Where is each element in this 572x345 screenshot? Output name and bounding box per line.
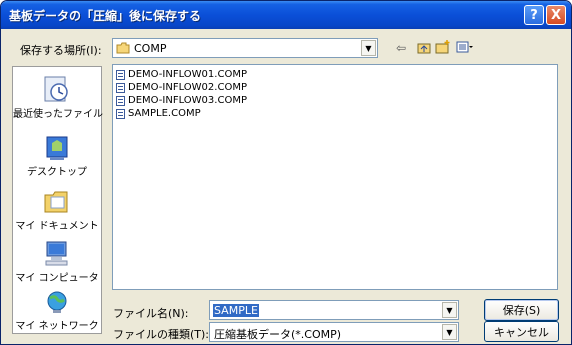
filetype-select[interactable]: 圧縮基板データ(*.COMP) ▼: [209, 322, 459, 342]
close-button[interactable]: X: [546, 5, 566, 25]
place-my-network[interactable]: マイ ネットワーク: [13, 289, 101, 332]
places-bar: 最近使ったファイル デスクトップ マイ ドキュメント マイ コンピュータ マイ …: [12, 66, 103, 334]
place-desktop[interactable]: デスクトップ: [13, 135, 101, 178]
file-icon: [116, 82, 125, 93]
file-icon: [116, 69, 125, 80]
place-recent[interactable]: 最近使ったファイル: [13, 75, 103, 120]
window-title: 基板データの「圧縮」後に保存する: [9, 9, 202, 23]
file-name: DEMO-INFLOW01.COMP: [128, 69, 247, 80]
place-my-computer[interactable]: マイ コンピュータ: [13, 239, 101, 284]
file-icon: [116, 108, 125, 119]
filetype-label: ファイルの種類(T):: [113, 328, 210, 341]
recent-files-icon: [44, 76, 68, 102]
filename-input[interactable]: SAMPLE ▼: [209, 300, 459, 320]
filename-label: ファイル名(N):: [113, 307, 189, 320]
back-icon[interactable]: ⇦: [396, 41, 406, 55]
location-label: 保存する場所(I):: [20, 44, 102, 57]
place-label: デスクトップ: [27, 167, 87, 178]
file-icon: [116, 95, 125, 106]
file-item[interactable]: DEMO-INFLOW02.COMP: [116, 81, 247, 94]
file-name: DEMO-INFLOW03.COMP: [128, 95, 247, 106]
save-button[interactable]: 保存(S): [484, 299, 559, 321]
filename-value: SAMPLE: [213, 304, 259, 317]
folder-icon: [116, 42, 130, 54]
place-label: マイ コンピュータ: [15, 273, 99, 284]
location-combo[interactable]: COMP ▼: [112, 38, 378, 58]
file-item[interactable]: DEMO-INFLOW01.COMP: [116, 68, 247, 81]
view-menu-icon[interactable]: [456, 41, 474, 53]
up-folder-icon[interactable]: [417, 41, 431, 54]
place-my-documents[interactable]: マイ ドキュメント: [13, 187, 101, 232]
desktop-icon: [46, 136, 68, 160]
file-list[interactable]: DEMO-INFLOW01.COMP DEMO-INFLOW02.COMP DE…: [112, 64, 558, 290]
cancel-button[interactable]: キャンセル: [484, 321, 559, 342]
save-dialog: 基板データの「圧縮」後に保存する ? X 保存する場所(I): COMP ▼ ⇦: [0, 0, 572, 345]
location-dropdown-arrow[interactable]: ▼: [361, 40, 376, 56]
file-name: SAMPLE.COMP: [128, 108, 201, 119]
file-item[interactable]: DEMO-INFLOW03.COMP: [116, 94, 247, 107]
new-folder-icon[interactable]: [435, 39, 451, 54]
title-bar: 基板データの「圧縮」後に保存する ? X: [1, 1, 571, 29]
file-item[interactable]: SAMPLE.COMP: [116, 107, 201, 120]
place-label: 最近使ったファイル: [13, 109, 103, 120]
place-label: マイ ドキュメント: [15, 221, 99, 232]
my-network-icon: [47, 291, 67, 313]
help-button[interactable]: ?: [524, 5, 544, 25]
filetype-value: 圧縮基板データ(*.COMP): [214, 328, 342, 341]
my-computer-icon: [45, 241, 68, 266]
file-name: DEMO-INFLOW02.COMP: [128, 82, 247, 93]
filetype-dropdown-arrow[interactable]: ▼: [442, 324, 457, 340]
location-value: COMP: [134, 42, 167, 55]
place-label: マイ ネットワーク: [15, 321, 99, 332]
filename-dropdown-arrow[interactable]: ▼: [442, 302, 457, 318]
my-documents-icon: [44, 191, 68, 213]
